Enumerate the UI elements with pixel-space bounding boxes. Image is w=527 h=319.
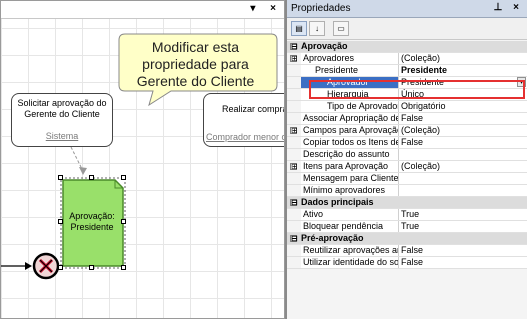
property-row[interactable]: ⊟PresidentePresidente	[287, 65, 527, 77]
callout-line-1: Modificar esta	[151, 39, 240, 55]
panel-window-controls[interactable]: ⊥ ×	[494, 2, 523, 13]
property-value[interactable]: Obrigatório	[399, 101, 527, 112]
property-pages-icon[interactable]: ▭	[333, 21, 349, 36]
property-value[interactable]: False	[399, 257, 527, 268]
collapse-icon[interactable]: ⊟	[290, 235, 298, 243]
property-value[interactable]: Único	[399, 89, 527, 100]
resize-handle[interactable]	[121, 175, 126, 180]
callout-line-2: propriedade para	[142, 56, 249, 72]
property-row[interactable]: ⊞ Aprovadores (Coleção)	[287, 53, 527, 65]
property-row[interactable]: Descrição do assunto	[287, 149, 527, 161]
callout-text: Modificar esta propriedade para Gerente …	[123, 39, 268, 90]
property-row[interactable]: Bloquear pendência True	[287, 221, 527, 233]
categorized-view-icon[interactable]: ▤	[291, 21, 307, 36]
callout-line-3: Gerente do Cliente	[136, 73, 255, 89]
collapse-icon[interactable]: ⊟	[290, 43, 298, 51]
property-name: Bloquear pendência	[301, 221, 399, 232]
property-row[interactable]: Ativo True	[287, 209, 527, 221]
properties-panel: Propriedades ⊥ × ▤ ↓ ▭ ⊟ Aprovação ⊞ Aprova…	[285, 0, 527, 319]
task-title: Solicitar aprovação do Gerente do Client…	[17, 98, 107, 119]
alphabetical-sort-icon[interactable]: ↓	[309, 21, 325, 36]
property-category[interactable]: ⊟ Pré-aprovação	[287, 233, 527, 245]
resize-handle[interactable]	[58, 175, 63, 180]
property-name: Copiar todos os Itens de	[301, 137, 399, 148]
property-value[interactable]: True	[399, 209, 527, 220]
property-name: Campos para Aprovação	[301, 125, 399, 136]
resize-handle[interactable]	[89, 175, 94, 180]
property-name: Presidente	[301, 65, 399, 76]
property-name: Aprovador	[301, 77, 399, 88]
expand-icon[interactable]: ⊞	[290, 127, 298, 135]
diagram-canvas[interactable]: ▾ × Modificar esta propriedade para Gere…	[0, 0, 285, 319]
property-name: Mensagem para Clientes	[301, 173, 399, 184]
collapse-icon[interactable]: ⊟	[290, 199, 298, 207]
panel-titlebar: Propriedades ⊥ ×	[287, 0, 527, 18]
resize-handle[interactable]	[58, 265, 63, 270]
property-name: Mínimo aprovadores	[301, 185, 399, 196]
property-name: Associar Apropriação de	[301, 113, 399, 124]
property-row[interactable]: Copiar todos os Itens de False	[287, 137, 527, 149]
property-value[interactable]: Presidente	[399, 77, 527, 88]
property-value[interactable]: True	[399, 221, 527, 232]
property-value[interactable]: (Coleção)	[399, 125, 527, 136]
task-realizar-compra[interactable]: Realizar compra Comprador menor o	[203, 93, 285, 147]
property-value[interactable]: False	[399, 113, 527, 124]
property-value[interactable]	[399, 185, 527, 196]
property-value[interactable]: (Coleção)	[399, 53, 527, 64]
property-name: Aprovadores	[301, 53, 399, 64]
property-row[interactable]: Mínimo aprovadores	[287, 185, 527, 197]
property-row[interactable]: Mensagem para Clientes	[287, 173, 527, 185]
property-name: Descrição do assunto	[301, 149, 399, 160]
task-performer-link[interactable]: Comprador menor o	[204, 132, 284, 142]
property-row[interactable]: Reutilizar aprovações an False	[287, 245, 527, 257]
property-category[interactable]: ⊟ Dados principais	[287, 197, 527, 209]
property-name: Itens para Aprovação	[301, 161, 399, 172]
task-title: Realizar compra	[222, 104, 285, 114]
approval-document-label: Aprovação: Presidente	[69, 211, 115, 232]
property-name: Ativo	[301, 209, 399, 220]
category-label: Aprovação	[301, 41, 348, 51]
expand-icon[interactable]: ⊞	[290, 163, 298, 171]
property-row[interactable]: ⊞ Itens para Aprovação (Coleção)	[287, 161, 527, 173]
property-category[interactable]: ⊟ Aprovação	[287, 41, 527, 53]
property-value[interactable]	[399, 149, 527, 160]
property-name: Reutilizar aprovações an	[301, 245, 399, 256]
resize-handle[interactable]	[121, 265, 126, 270]
task-performer-link[interactable]: Sistema	[12, 131, 112, 141]
property-row[interactable]: Aprovador Presidente ▾	[287, 77, 527, 89]
property-name: Utilizar identidade do sol	[301, 257, 399, 268]
panel-toolbar: ▤ ↓ ▭	[287, 18, 527, 40]
task-solicitar-aprovacao[interactable]: Solicitar aprovação do Gerente do Client…	[11, 93, 113, 147]
dropdown-arrow-icon[interactable]: ▾	[517, 77, 526, 87]
panel-title: Propriedades	[291, 3, 351, 14]
property-name: Tipo de Aprovador	[301, 101, 399, 112]
resize-handle[interactable]	[89, 265, 94, 270]
resize-handle[interactable]	[121, 219, 126, 224]
property-row[interactable]: Tipo de Aprovador Obrigatório	[287, 101, 527, 113]
property-row[interactable]: Hierarquia Único	[287, 89, 527, 101]
property-value[interactable]: Presidente	[399, 65, 527, 76]
property-value[interactable]: (Coleção)	[399, 161, 527, 172]
category-label: Pré-aprovação	[301, 233, 364, 243]
property-row[interactable]: Utilizar identidade do sol False	[287, 257, 527, 269]
property-row[interactable]: Associar Apropriação de False	[287, 113, 527, 125]
property-row[interactable]: ⊞ Campos para Aprovação (Coleção)	[287, 125, 527, 137]
property-value[interactable]: False	[399, 137, 527, 148]
property-value[interactable]: False	[399, 245, 527, 256]
connector-arrowhead	[79, 167, 87, 175]
property-grid: ⊟Aprovação⊞Aprovadores(Coleção)⊟Presiden…	[287, 41, 527, 269]
category-label: Dados principais	[301, 197, 374, 207]
property-value[interactable]	[399, 173, 527, 184]
expand-icon[interactable]: ⊞	[290, 55, 298, 63]
property-name: Hierarquia	[301, 89, 399, 100]
resize-handle[interactable]	[58, 219, 63, 224]
